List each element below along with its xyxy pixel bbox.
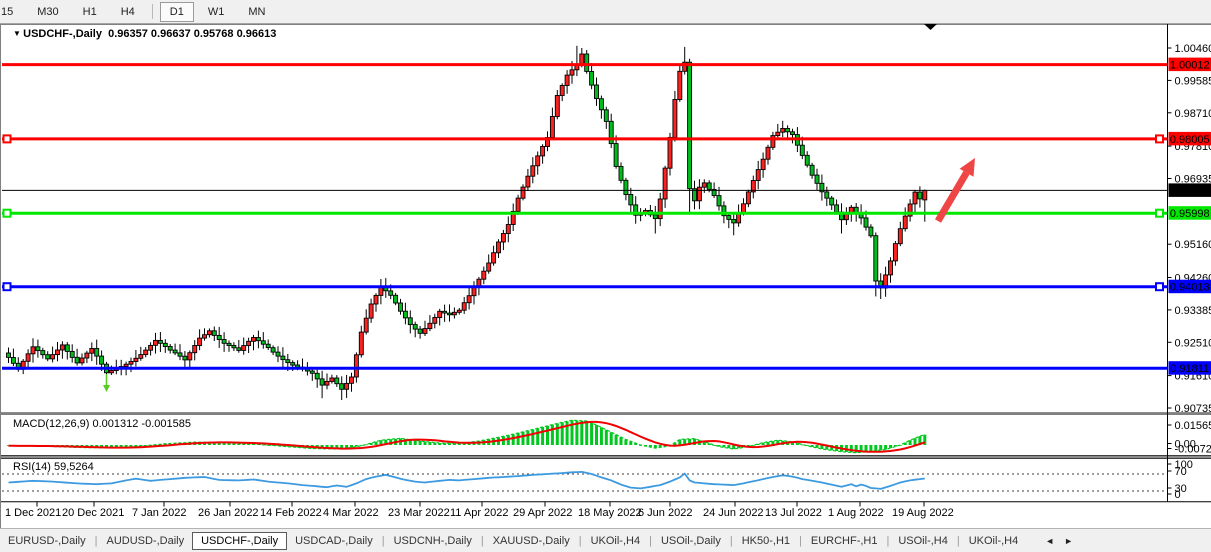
date-axis: 1 Dec 202120 Dec 2021 7 Jan 2022 26 Jan 20… <box>5 502 954 519</box>
candles-series <box>7 46 927 400</box>
svg-text:1 Dec 2021: 1 Dec 2021 <box>5 507 61 519</box>
tab-hk50-h1[interactable]: HK50-,H1 <box>734 532 798 550</box>
tab-scroll-arrows: ◄► <box>1040 536 1078 546</box>
price-axis: 1.004600.995850.987100.978100.969350.951… <box>1168 24 1211 502</box>
svg-text:20 Dec 2021: 20 Dec 2021 <box>62 507 124 519</box>
svg-text:0.98710: 0.98710 <box>1175 108 1211 120</box>
chart-ohlc: 0.96357 0.96637 0.95768 0.96613 <box>108 28 276 40</box>
toolbar-separator <box>152 4 153 19</box>
timeframe-button-w1[interactable]: W1 <box>198 2 235 22</box>
mt4-terminal: 15M30H1H4 D1W1MN 1.00460 0.99585 0.98710 0.9… <box>0 0 1211 552</box>
svg-text:1 Aug 2022: 1 Aug 2022 <box>828 507 884 519</box>
svg-text:24 Jun 2022: 24 Jun 2022 <box>703 507 764 519</box>
tab-scroll-right-icon[interactable]: ► <box>1059 536 1078 546</box>
svg-text:1.00012: 1.00012 <box>1170 60 1210 72</box>
timeframe-button-h4[interactable]: H4 <box>111 2 145 22</box>
tab-usdchf-daily[interactable]: USDCHF-,Daily <box>192 532 287 550</box>
svg-text:13 Jul 2022: 13 Jul 2022 <box>765 507 822 519</box>
svg-text:-0.007259: -0.007259 <box>1175 444 1211 456</box>
timeframe-button-h1[interactable]: H1 <box>73 2 107 22</box>
tab-ukoil-h4[interactable]: UKOil-,H4 <box>583 532 649 550</box>
tab-usdcad-daily[interactable]: USDCAD-,Daily <box>287 532 381 550</box>
tab-ukoil-h4[interactable]: UKOil-,H4 <box>961 532 1027 550</box>
timeframe-button-15[interactable]: 15 <box>0 2 23 22</box>
svg-text:0.92510: 0.92510 <box>1175 337 1211 349</box>
horizontal-levels[interactable] <box>2 65 1167 369</box>
svg-text:18 May 2022: 18 May 2022 <box>578 507 642 519</box>
annotations[interactable] <box>103 24 975 392</box>
timeframe-button-d1[interactable]: D1 <box>160 2 194 22</box>
svg-text:1.00460: 1.00460 <box>1175 43 1211 55</box>
trend-arrow[interactable] <box>938 158 975 221</box>
svg-text:0: 0 <box>1175 489 1181 501</box>
price-badges: 1.00012 0.98005 0.95998 0.94013 0.91811 0.966… <box>1169 58 1211 376</box>
timeframe-button-m30[interactable]: M30 <box>27 2 68 22</box>
tab-usoil-daily[interactable]: USOil-,Daily <box>653 532 729 550</box>
svg-text:19 Aug 2022: 19 Aug 2022 <box>892 507 954 519</box>
tab-scroll-left-icon[interactable]: ◄ <box>1040 536 1059 546</box>
rsi-panel <box>2 472 1167 491</box>
svg-text:23 Mar 2022: 23 Mar 2022 <box>388 507 450 519</box>
chart-title: ▼ USDCHF-,Daily 0.96357 0.96637 0.95768 … <box>13 28 276 40</box>
tab-audusd-daily[interactable]: AUDUSD-,Daily <box>98 532 192 550</box>
svg-text:4 Mar 2022: 4 Mar 2022 <box>323 507 379 519</box>
chart-window[interactable]: 1.004600.995850.987100.978100.969350.951… <box>0 24 1211 528</box>
svg-text:29 Apr 2022: 29 Apr 2022 <box>513 507 572 519</box>
svg-text:0.015654: 0.015654 <box>1175 420 1211 432</box>
svg-text:0.93385: 0.93385 <box>1175 305 1211 317</box>
tab-eurusd-daily[interactable]: EURUSD-,Daily <box>0 532 94 550</box>
chart-tab-bar: EURUSD-,Daily|AUDUSD-,DailyUSDCHF-,Daily… <box>0 528 1211 552</box>
svg-text:0.98005: 0.98005 <box>1170 134 1210 146</box>
svg-text:0.94013: 0.94013 <box>1170 282 1210 294</box>
macd-label: MACD(12,26,9) 0.001312 -0.001585 <box>13 418 191 430</box>
tab-usdcnh-daily[interactable]: USDCNH-,Daily <box>386 532 480 550</box>
svg-text:11 Apr 2022: 11 Apr 2022 <box>450 507 509 519</box>
svg-text:26 Jan 2022: 26 Jan 2022 <box>198 507 259 519</box>
tab-usoil-h4[interactable]: USOil-,H4 <box>890 532 956 550</box>
symbol-dropdown-icon: ▼ <box>13 29 23 38</box>
sell-arrow[interactable] <box>103 374 110 392</box>
svg-text:0.90735: 0.90735 <box>1175 403 1211 415</box>
timeframe-toolbar: 15M30H1H4 D1W1MN <box>0 0 1211 24</box>
svg-text:6 Jun 2022: 6 Jun 2022 <box>638 507 692 519</box>
rsi-label: RSI(14) 59,5264 <box>13 461 94 473</box>
timeframe-button-mn[interactable]: MN <box>238 2 275 22</box>
price-chart-svg[interactable]: 1.004600.995850.987100.978100.969350.951… <box>0 24 1211 528</box>
chart-shift-marker-icon <box>924 24 937 30</box>
chart-frame <box>0 24 1211 528</box>
svg-text:70: 70 <box>1175 466 1187 478</box>
svg-text:0.96613: 0.96613 <box>1170 185 1210 197</box>
svg-text:0.91811: 0.91811 <box>1170 363 1209 375</box>
svg-text:0.95160: 0.95160 <box>1175 239 1211 251</box>
svg-text:0.95998: 0.95998 <box>1170 208 1210 220</box>
tab-xauusd-daily[interactable]: XAUUSD-,Daily <box>485 532 578 550</box>
svg-text:14 Feb 2022: 14 Feb 2022 <box>260 507 322 519</box>
svg-text:0.99585: 0.99585 <box>1175 75 1211 87</box>
chart-symbol: USDCHF-,Daily <box>23 28 102 40</box>
svg-text:7 Jan 2022: 7 Jan 2022 <box>132 507 186 519</box>
tab-eurchf-h1[interactable]: EURCHF-,H1 <box>803 532 886 550</box>
